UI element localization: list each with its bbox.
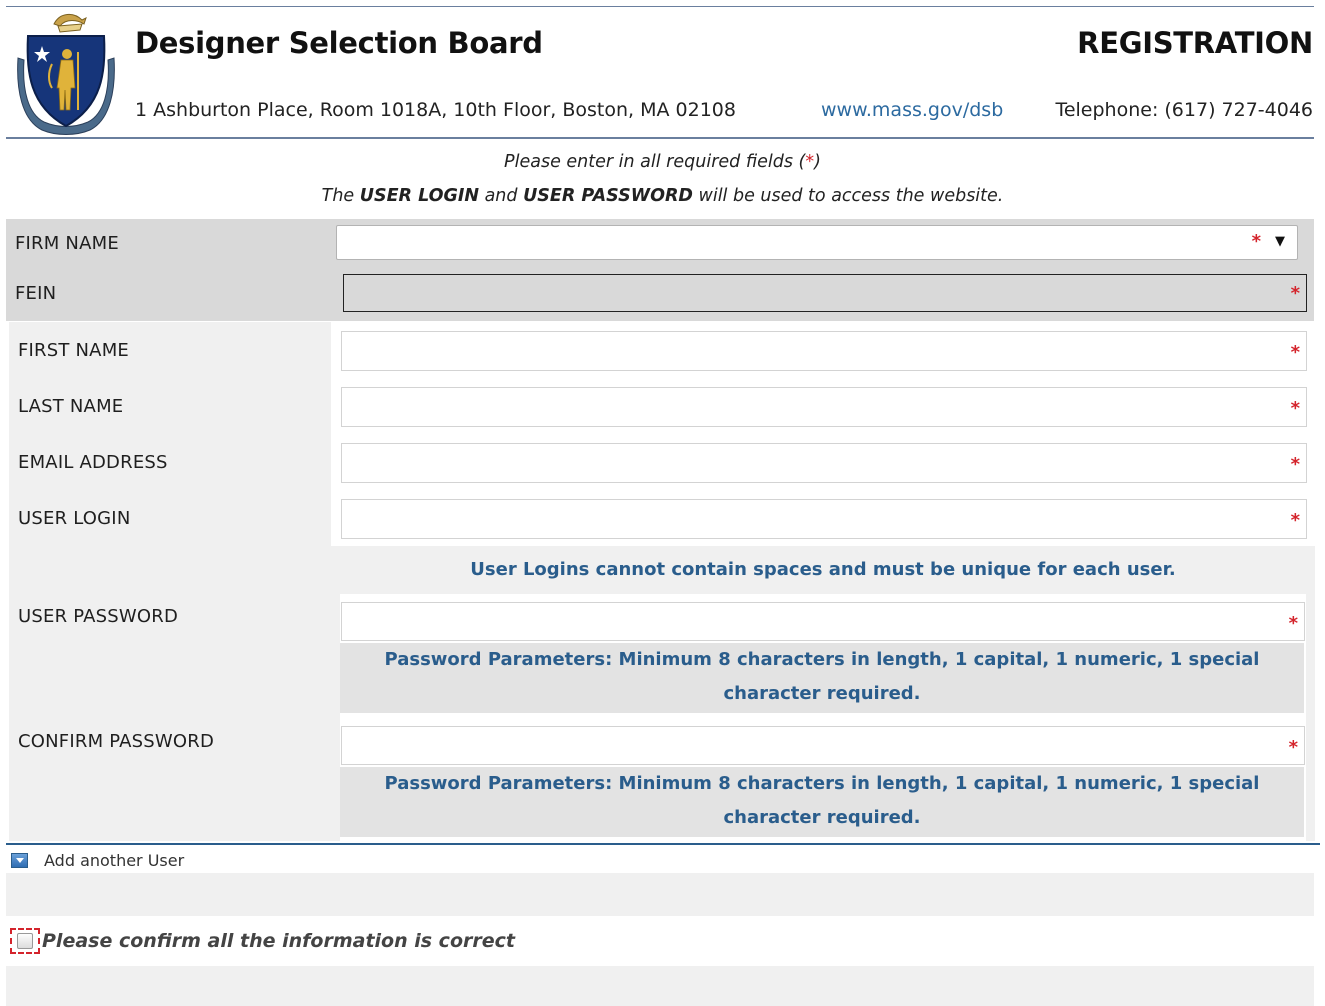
user-login-input[interactable]: * — [341, 499, 1307, 539]
footer-band — [6, 966, 1314, 1006]
confirm-password-parameters-note: Password Parameters: Minimum 8 character… — [340, 767, 1304, 837]
org-title: Designer Selection Board — [135, 26, 543, 60]
user-password-label: USER PASSWORD — [18, 606, 179, 627]
required-marker: * — [1290, 454, 1300, 475]
required-marker: * — [1290, 342, 1300, 363]
confirm-label: Please confirm all the information is co… — [42, 930, 515, 952]
last-name-label: LAST NAME — [18, 396, 124, 417]
user-login-label: USER LOGIN — [18, 508, 131, 529]
required-marker: * — [1288, 613, 1298, 634]
confirm-row: Please confirm all the information is co… — [10, 928, 515, 954]
first-name-label: FIRST NAME — [18, 340, 129, 361]
fein-input[interactable]: * — [343, 274, 1307, 312]
header-bottom-rule — [6, 137, 1314, 139]
password-band-left-edge — [331, 594, 340, 841]
firm-name-select[interactable]: * ▼ — [336, 225, 1298, 260]
last-name-input[interactable]: * — [341, 387, 1307, 427]
dropdown-arrow-icon[interactable]: ▼ — [1275, 234, 1285, 249]
expand-arrow-icon[interactable] — [11, 852, 28, 868]
page-title: REGISTRATION — [1077, 26, 1313, 60]
fein-label: FEIN — [15, 283, 57, 304]
telephone-number: Telephone: (617) 727-4046 — [1055, 99, 1313, 121]
confirm-checkbox-required-outline[interactable] — [10, 928, 40, 954]
first-name-input[interactable]: * — [341, 331, 1307, 371]
password-parameters-note: Password Parameters: Minimum 8 character… — [340, 643, 1304, 713]
email-address-input[interactable]: * — [341, 443, 1307, 483]
header-top-rule — [6, 6, 1314, 7]
office-address: 1 Ashburton Place, Room 1018A, 10th Floo… — [135, 99, 736, 121]
add-another-user-label[interactable]: Add another User — [44, 851, 184, 870]
section-divider — [6, 843, 1320, 845]
required-fields-notice: Please enter in all required fields (*) — [504, 152, 821, 172]
massachusetts-seal-logo — [17, 14, 115, 135]
firm-name-label: FIRM NAME — [15, 233, 119, 254]
login-usage-notice: The USER LOGIN and USER PASSWORD will be… — [321, 186, 1004, 206]
confirm-checkbox[interactable] — [17, 933, 33, 949]
confirm-password-label: CONFIRM PASSWORD — [18, 731, 215, 752]
required-marker: * — [1290, 283, 1300, 304]
password-band-right-edge — [1306, 594, 1315, 841]
required-marker: * — [1288, 737, 1298, 758]
website-link[interactable]: www.mass.gov/dsb — [821, 99, 1003, 121]
required-marker: * — [1290, 510, 1300, 531]
confirm-password-input[interactable]: * — [341, 726, 1305, 765]
user-login-note: User Logins cannot contain spaces and mu… — [470, 559, 1176, 580]
add-user-band — [6, 873, 1314, 916]
add-another-user-button[interactable]: Add another User — [11, 849, 184, 871]
required-marker: * — [1251, 231, 1261, 252]
email-address-label: EMAIL ADDRESS — [18, 452, 168, 473]
user-password-input[interactable]: * — [341, 602, 1305, 641]
required-marker: * — [1290, 398, 1300, 419]
